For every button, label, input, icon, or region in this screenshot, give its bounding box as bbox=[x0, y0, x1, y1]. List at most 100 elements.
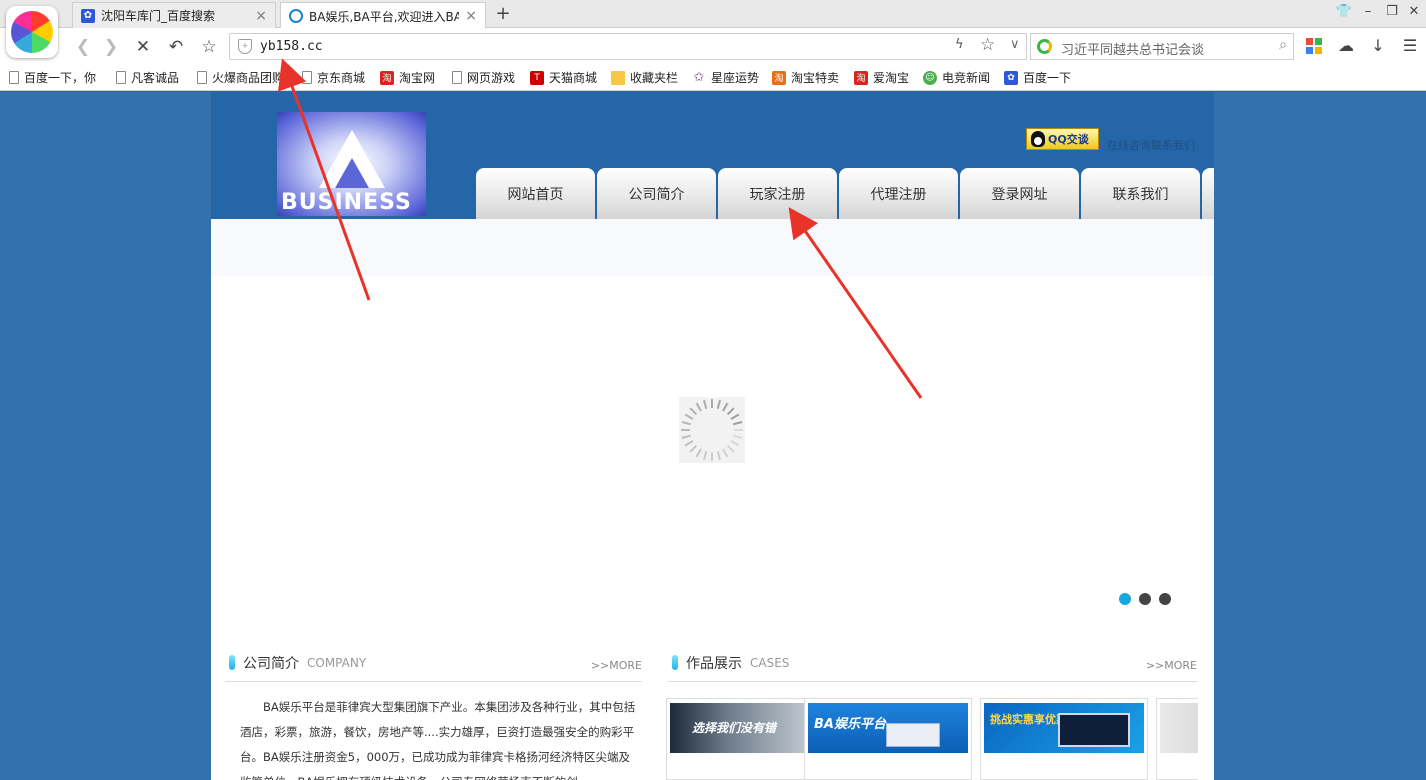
case-image bbox=[1160, 703, 1198, 753]
address-bar[interactable]: + yb158.cc ϟ ☆ ∨ bbox=[229, 33, 1027, 60]
banner-band bbox=[211, 219, 1214, 276]
slider-dot[interactable] bbox=[1119, 593, 1131, 605]
qq-label: QQ交谈 bbox=[1048, 133, 1089, 146]
cases-title: 作品展示 bbox=[686, 656, 742, 672]
security-shield-icon: + bbox=[238, 39, 252, 54]
close-icon[interactable]: × bbox=[255, 8, 267, 24]
bookmark-item[interactable]: ✿ 百度一下 bbox=[1004, 69, 1071, 86]
download-icon[interactable]: ↓ bbox=[1368, 36, 1388, 56]
restore-button[interactable]: ❐ bbox=[1382, 4, 1402, 19]
url-text[interactable]: yb158.cc bbox=[260, 39, 323, 54]
reload-button[interactable]: ↶ bbox=[165, 36, 187, 58]
close-icon[interactable]: × bbox=[465, 8, 477, 24]
star-icon: ✩ bbox=[693, 70, 705, 85]
baidu-paw-icon: ✿ bbox=[1004, 70, 1018, 85]
chevron-down-icon[interactable]: ∨ bbox=[1010, 37, 1020, 52]
nav-contact[interactable]: 联系我们 bbox=[1081, 168, 1200, 219]
bookmark-item[interactable]: 淘爱淘宝 bbox=[854, 69, 909, 86]
cases-gallery: 选择我们没有错 BA娱乐平台 挑战实惠享优惠 bbox=[666, 698, 1198, 780]
nav-agent-register[interactable]: 代理注册 bbox=[839, 168, 958, 219]
search-icon[interactable]: ⌕ bbox=[1279, 37, 1287, 53]
site-container: BUSINESS QQ交谈 在线咨询联系我们 网站首页 公司简介 玩家注册 代理… bbox=[211, 92, 1214, 780]
slider-dot[interactable] bbox=[1139, 593, 1151, 605]
slider-dot[interactable] bbox=[1159, 593, 1171, 605]
nav-overflow-tab bbox=[1202, 168, 1214, 219]
tab-title: BA娱乐,BA平台,欢迎进入BA娱 bbox=[309, 9, 460, 24]
qq-note: 在线咨询联系我们 bbox=[1107, 139, 1195, 152]
bookmark-item[interactable]: 淘淘宝网 bbox=[380, 69, 435, 86]
cases-title-en: CASES bbox=[750, 656, 790, 670]
speed-mode-icon[interactable]: ϟ bbox=[955, 37, 964, 52]
bookmark-item[interactable]: 京东商城 bbox=[302, 69, 365, 86]
cases-more-link[interactable]: >>MORE bbox=[1146, 659, 1197, 672]
taobao-sale-icon: 淘 bbox=[772, 70, 786, 85]
qq-chat-button[interactable]: QQ交谈 bbox=[1026, 128, 1099, 150]
loading-icon bbox=[289, 9, 303, 23]
nav-login-url[interactable]: 登录网址 bbox=[960, 168, 1079, 219]
main-nav: 网站首页 公司简介 玩家注册 代理注册 登录网址 联系我们 bbox=[476, 168, 1214, 219]
apps-icon[interactable] bbox=[1304, 36, 1324, 56]
bookmark-item[interactable]: 网页游戏 bbox=[452, 69, 515, 86]
bookmark-item[interactable]: 收藏夹栏 bbox=[611, 69, 678, 86]
section-marker-icon bbox=[672, 655, 678, 670]
toolbar: ❮ ❯ ✕ ↶ ☆ + yb158.cc ϟ ☆ ∨ 习近平同越共总书记会谈 ⌕… bbox=[0, 28, 1426, 65]
close-window-button[interactable]: ✕ bbox=[1404, 4, 1424, 19]
page-icon bbox=[302, 71, 312, 84]
bookmark-item[interactable]: T 天猫商城 bbox=[530, 69, 597, 86]
banner-slider bbox=[211, 219, 1214, 642]
bookmark-item[interactable]: ✩ 星座运势 bbox=[692, 69, 759, 86]
site-logo[interactable]: BUSINESS bbox=[277, 112, 426, 216]
slider-dots bbox=[1119, 593, 1171, 605]
minimize-button[interactable]: – bbox=[1358, 4, 1378, 19]
case-image: BA娱乐平台 bbox=[808, 703, 968, 753]
nav-about[interactable]: 公司简介 bbox=[597, 168, 716, 219]
new-tab-button[interactable]: + bbox=[494, 3, 512, 24]
case-image: 挑战实惠享优惠 bbox=[984, 703, 1144, 753]
logo-text: BUSINESS bbox=[281, 190, 412, 215]
bookmark-star-icon[interactable]: ☆ bbox=[980, 35, 995, 55]
bookmark-item[interactable]: 百度一下，你 bbox=[9, 69, 96, 86]
cases-section-header: 作品展示 CASES >>MORE bbox=[668, 652, 1197, 682]
about-title-en: COMPANY bbox=[307, 656, 367, 670]
bookmark-item[interactable]: 火爆商品团购 bbox=[197, 69, 284, 86]
case-chart-thumb bbox=[886, 723, 940, 747]
search-input[interactable]: 习近平同越共总书记会谈 bbox=[1061, 39, 1204, 58]
forward-button[interactable]: ❯ bbox=[100, 36, 122, 58]
folder-icon bbox=[611, 70, 625, 85]
page-icon bbox=[197, 71, 207, 84]
bookmark-item[interactable]: ☺ 电竞新闻 bbox=[923, 69, 990, 86]
case-item[interactable] bbox=[1156, 698, 1198, 780]
nav-home[interactable]: 网站首页 bbox=[476, 168, 595, 219]
tab-ba-site[interactable]: BA娱乐,BA平台,欢迎进入BA娱 × bbox=[280, 2, 486, 29]
page-icon bbox=[9, 71, 19, 84]
tab-baidu-search[interactable]: ✿ 沈阳车库门_百度搜索 × bbox=[72, 2, 276, 28]
bookmarks-bar: 百度一下，你 凡客诚品 火爆商品团购 京东商城 淘淘宝网 网页游戏 T 天猫商城 … bbox=[0, 65, 1426, 91]
baidu-paw-icon: ✿ bbox=[81, 8, 95, 23]
about-more-link[interactable]: >>MORE bbox=[591, 659, 642, 672]
case-item[interactable]: BA娱乐平台 bbox=[804, 698, 972, 780]
back-button[interactable]: ❮ bbox=[72, 36, 94, 58]
nav-player-register[interactable]: 玩家注册 bbox=[718, 168, 837, 219]
page-icon bbox=[116, 71, 126, 84]
section-marker-icon bbox=[229, 655, 235, 670]
qq-penguin-icon bbox=[1031, 131, 1045, 147]
search-engine-icon bbox=[1037, 39, 1052, 54]
search-box[interactable]: 习近平同越共总书记会谈 ⌕ bbox=[1030, 33, 1294, 60]
case-item[interactable]: 挑战实惠享优惠 bbox=[980, 698, 1148, 780]
site-header: BUSINESS QQ交谈 在线咨询联系我们 网站首页 公司简介 玩家注册 代理… bbox=[211, 92, 1214, 219]
ai-taobao-icon: 淘 bbox=[854, 70, 868, 85]
skin-icon[interactable]: 👕 bbox=[1334, 4, 1354, 19]
loading-spinner-icon bbox=[679, 397, 745, 463]
favorite-star-icon[interactable]: ☆ bbox=[198, 36, 220, 58]
browser-logo[interactable] bbox=[6, 6, 58, 58]
menu-icon[interactable]: ☰ bbox=[1400, 36, 1420, 56]
browser-logo-icon bbox=[11, 11, 53, 53]
case-screen-thumb bbox=[1058, 713, 1130, 747]
about-title: 公司简介 bbox=[243, 656, 299, 672]
logo-triangle-inner bbox=[335, 158, 369, 188]
tab-title: 沈阳车库门_百度搜索 bbox=[101, 9, 216, 23]
cloud-icon[interactable]: ☁ bbox=[1336, 36, 1356, 56]
stop-button[interactable]: ✕ bbox=[132, 36, 154, 58]
bookmark-item[interactable]: 淘淘宝特卖 bbox=[772, 69, 839, 86]
bookmark-item[interactable]: 凡客诚品 bbox=[116, 69, 179, 86]
